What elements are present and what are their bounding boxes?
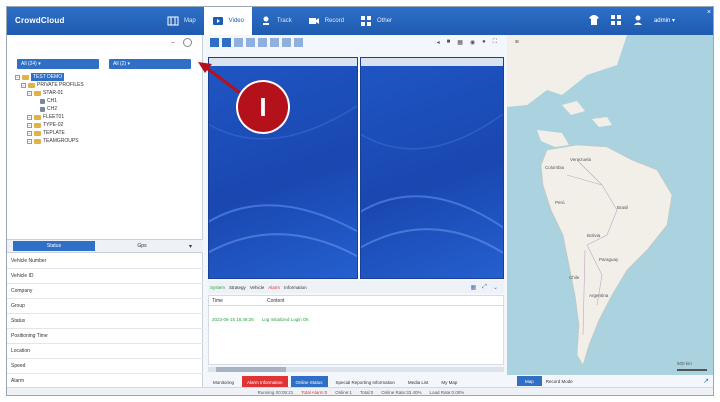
annotation-arrow (198, 62, 245, 98)
annotation-marker: I (236, 80, 290, 134)
